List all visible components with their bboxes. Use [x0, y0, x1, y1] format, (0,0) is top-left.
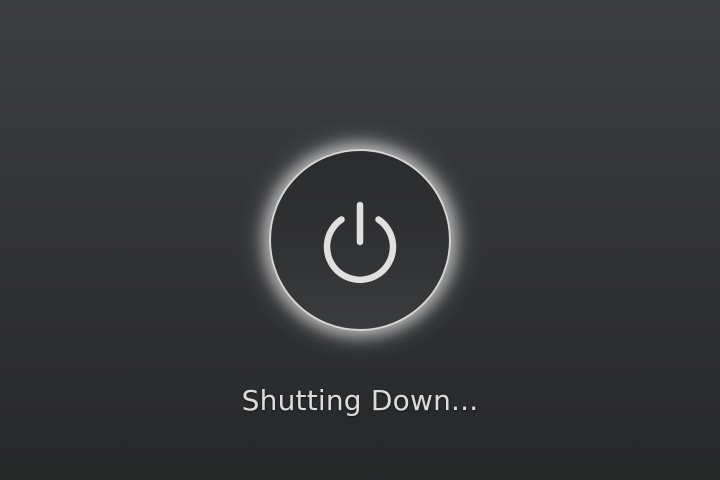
shutdown-screen: Shutting Down...: [0, 0, 720, 480]
status-message: Shutting Down...: [241, 384, 479, 417]
power-icon: [323, 201, 397, 284]
power-button[interactable]: [269, 149, 451, 331]
